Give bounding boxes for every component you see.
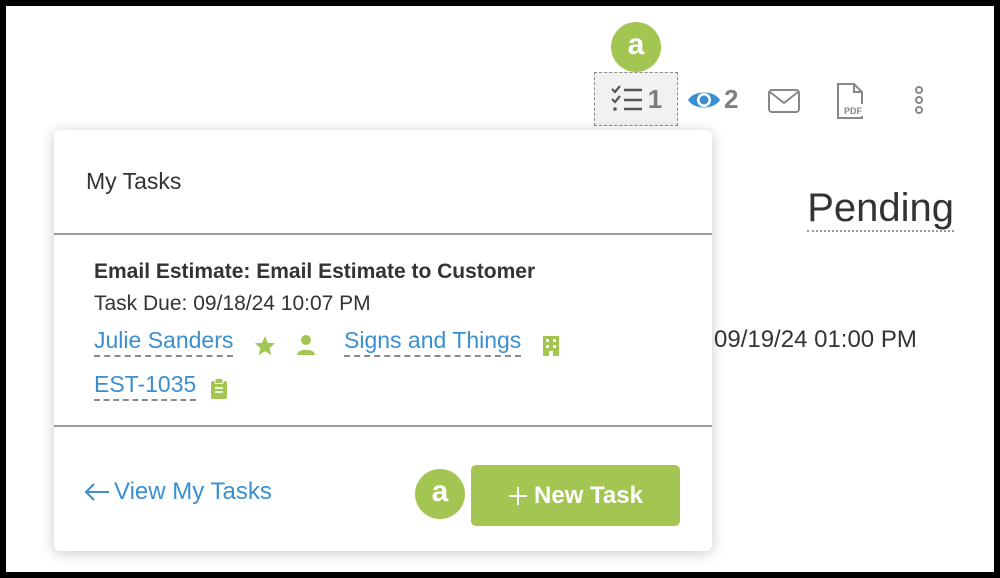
popup-title: My Tasks	[86, 168, 182, 194]
task-due: Task Due: 09/18/24 10:07 PM	[94, 292, 371, 315]
app-frame: a 1 2 PDF Pending 09/19/24 01:00 PM My T…	[6, 6, 994, 572]
person-icon	[297, 335, 315, 355]
new-task-button[interactable]: New Task	[471, 465, 680, 526]
divider-bottom	[54, 425, 712, 427]
checklist-icon	[610, 85, 642, 111]
eye-icon	[688, 92, 720, 107]
new-task-label: New Task	[534, 481, 643, 509]
status-text: Pending	[807, 186, 954, 232]
views-count: 2	[724, 84, 739, 114]
plus-icon	[509, 486, 528, 505]
more-vert-icon[interactable]	[912, 86, 926, 116]
pdf-label: PDF	[844, 106, 863, 116]
divider-top	[54, 233, 712, 235]
callout-badge-bottom: a	[415, 469, 465, 519]
star-icon	[254, 335, 276, 356]
pdf-icon[interactable]: PDF	[834, 82, 870, 120]
views-indicator[interactable]: 2	[686, 84, 738, 115]
estimate-link[interactable]: EST-1035	[94, 370, 197, 401]
my-tasks-popup: My Tasks Email Estimate: Email Estimate …	[54, 130, 712, 551]
my-tasks-button[interactable]: 1	[594, 72, 678, 126]
view-my-tasks-link[interactable]: View My Tasks	[84, 478, 272, 506]
company-link[interactable]: Signs and Things	[344, 326, 522, 357]
contact-link[interactable]: Julie Sanders	[94, 326, 234, 357]
arrow-left-icon	[84, 483, 109, 501]
view-my-tasks-label: View My Tasks	[114, 478, 272, 505]
envelope-icon[interactable]	[767, 88, 801, 114]
clipboard-icon	[211, 378, 227, 399]
tasks-count: 1	[647, 83, 663, 114]
date-text: 09/19/24 01:00 PM	[714, 326, 917, 353]
callout-badge-top: a	[611, 22, 661, 72]
task-title: Email Estimate: Email Estimate to Custom…	[94, 260, 536, 283]
building-icon	[543, 336, 559, 356]
